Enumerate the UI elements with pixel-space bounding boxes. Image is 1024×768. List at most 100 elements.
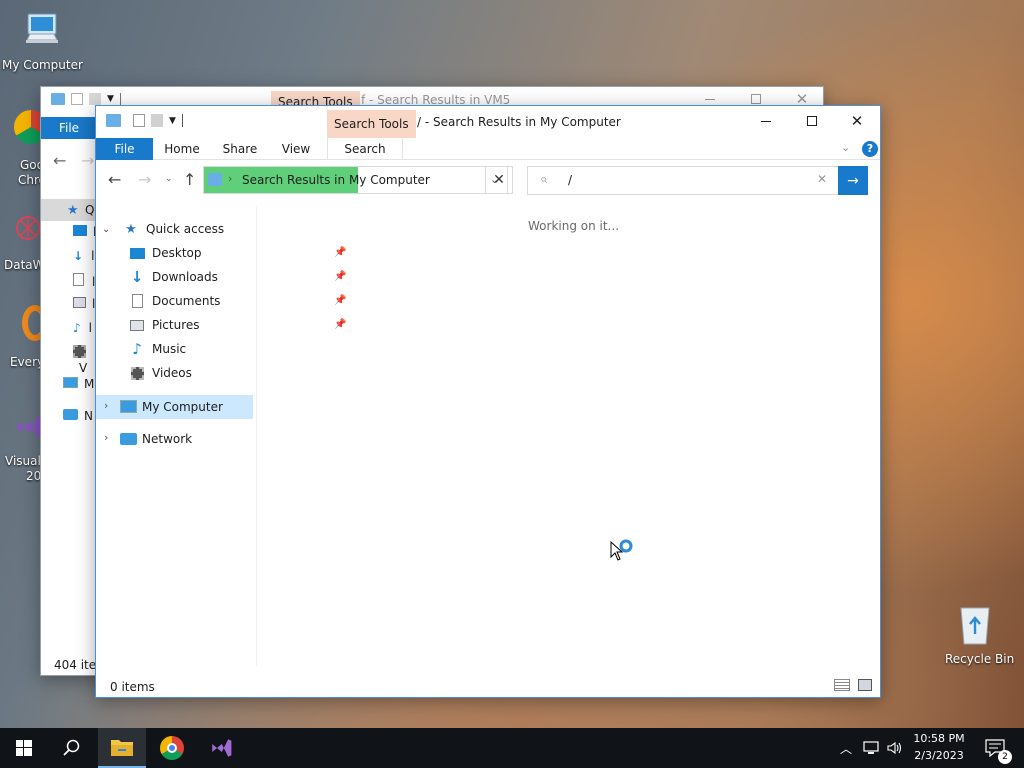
file-tab[interactable]: File (41, 117, 97, 139)
network-status-button[interactable] (860, 728, 882, 768)
search-box[interactable]: ⌕ / ✕ (527, 166, 839, 195)
new-folder-icon[interactable] (151, 114, 163, 127)
nav-pane-partial: ★ Q l ↓l l l ♪l V M N (41, 197, 97, 437)
nav-item[interactable]: V (73, 345, 97, 375)
chevron-down-icon[interactable]: ▼ (107, 94, 114, 104)
chevron-up-icon: ︿ (839, 741, 852, 756)
action-center-button[interactable]: 2 (978, 728, 1012, 768)
nav-item-quick-access[interactable]: ★ Q (41, 199, 97, 221)
forward-arrow-icon[interactable]: → (81, 151, 94, 170)
taskbar-chrome[interactable] (148, 728, 196, 768)
nav-item[interactable]: l (73, 297, 95, 311)
nav-item[interactable]: l (73, 273, 95, 289)
search-button[interactable] (48, 728, 96, 768)
properties-icon[interactable] (133, 114, 145, 127)
tab-search[interactable]: Search (327, 138, 403, 160)
volume-icon (887, 741, 902, 755)
desktop-icon-recycle-bin[interactable]: Recycle Bin (938, 600, 1014, 670)
nav-item[interactable]: M (63, 377, 94, 391)
start-button[interactable] (0, 728, 48, 768)
nav-item[interactable]: N (63, 409, 93, 423)
taskbar-visual-studio[interactable] (197, 728, 245, 768)
clock[interactable]: 10:58 PM 2/3/2023 (906, 730, 972, 766)
minimize-icon (761, 120, 771, 122)
nav-item-documents[interactable]: Documents (128, 290, 220, 312)
tab-share[interactable]: Share (216, 138, 264, 160)
nav-item-desktop[interactable]: Desktop (128, 242, 202, 264)
minimize-button[interactable] (751, 108, 781, 134)
nav-item-videos[interactable]: Videos (128, 362, 192, 384)
chevron-down-icon[interactable]: ▼ (169, 116, 176, 126)
desktop-icon-everything[interactable]: Every (0, 305, 48, 371)
network-icon (63, 409, 78, 420)
maximize-button[interactable] (797, 108, 827, 134)
chevron-right-icon: › (104, 431, 109, 444)
volume-button[interactable] (884, 728, 906, 768)
music-icon: ♪ (73, 321, 81, 335)
search-go-button[interactable]: → (838, 166, 868, 195)
chrome-icon (160, 736, 184, 760)
explorer-window-front[interactable]: ▼ Search Tools / - Search Results in My … (95, 105, 881, 698)
quick-access-toolbar: ▼ (51, 93, 121, 105)
tab-home[interactable]: Home (158, 138, 206, 160)
search-tools-context-tab[interactable]: Search Tools (327, 110, 416, 138)
search-icon: ⌕ (540, 172, 548, 187)
desktop-icon-chrome[interactable]: Goo Chro (12, 110, 48, 190)
nav-item-pictures[interactable]: Pictures (128, 314, 200, 336)
large-icons-view-icon[interactable] (858, 679, 872, 691)
loading-message: Working on it... (528, 219, 620, 233)
window-title: / - Search Results in My Computer (417, 115, 621, 129)
nav-item[interactable]: ↓ l (73, 249, 94, 263)
expand-ribbon-icon[interactable]: ⌄ (841, 141, 850, 154)
desktop-icon-visual-studio[interactable]: Visual 20 (0, 410, 42, 486)
content-area[interactable]: Working on it... (256, 206, 878, 666)
nav-item[interactable]: ♪ l (73, 321, 92, 335)
arrow-right-icon: → (847, 172, 859, 189)
computer-icon (63, 377, 78, 388)
visual-studio-icon (16, 412, 42, 442)
desktop-icon-my-computer[interactable]: My Computer (0, 10, 83, 74)
nav-item-downloads[interactable]: ↓ Downloads (128, 266, 218, 288)
stop-button[interactable]: ✕ (485, 166, 513, 194)
breadcrumb-chevron-icon: › (228, 172, 233, 185)
file-explorer-icon (111, 740, 133, 756)
document-icon (73, 273, 84, 286)
nav-item-my-computer[interactable]: › My Computer (96, 395, 253, 419)
close-button[interactable]: ✕ (842, 108, 872, 134)
maximize-icon (751, 94, 761, 104)
address-bar[interactable]: › Search Results in My Computer ⌄ (203, 166, 508, 194)
up-button[interactable]: ↑ (183, 170, 196, 189)
nav-item-network[interactable]: › Network (96, 427, 253, 451)
taskbar-file-explorer[interactable] (98, 728, 146, 768)
document-icon (128, 292, 146, 310)
back-button[interactable]: ← (108, 170, 121, 189)
recent-locations-chevron-icon[interactable]: ⌄ (165, 174, 173, 184)
new-folder-icon[interactable] (89, 93, 101, 105)
forward-button[interactable]: → (138, 170, 151, 189)
search-icon (63, 739, 80, 756)
clear-search-icon[interactable]: ✕ (817, 172, 827, 186)
desktop-icon-datawizard[interactable]: DataW (0, 210, 45, 272)
desktop-icon (128, 244, 146, 262)
nav-item[interactable]: l (73, 225, 96, 239)
notification-count-badge: 2 (998, 750, 1012, 764)
title-bar[interactable]: ▼ Search Tools / - Search Results in My … (96, 106, 880, 138)
search-input[interactable]: / (568, 173, 572, 187)
nav-item-quick-access[interactable]: ⌄ ★ Quick access (102, 218, 224, 240)
back-arrow-icon[interactable]: ← (53, 151, 66, 170)
nav-item-music[interactable]: ♪ Music (128, 338, 186, 360)
tab-file[interactable]: File (96, 138, 153, 160)
network-icon (120, 433, 137, 445)
search-folder-icon (208, 173, 222, 186)
close-icon: ✕ (493, 172, 505, 188)
clock-time: 10:58 PM (913, 732, 965, 745)
network-icon (863, 741, 879, 754)
help-icon[interactable]: ? (862, 141, 878, 157)
address-path[interactable]: Search Results in My Computer (242, 173, 430, 187)
details-view-icon[interactable] (834, 679, 850, 691)
show-hidden-icons-button[interactable]: ︿ (836, 728, 856, 768)
tab-view[interactable]: View (272, 138, 320, 160)
desktop-icon-label: Recycle Bin (945, 652, 1015, 666)
visual-studio-icon (212, 739, 232, 757)
properties-icon[interactable] (71, 93, 83, 105)
